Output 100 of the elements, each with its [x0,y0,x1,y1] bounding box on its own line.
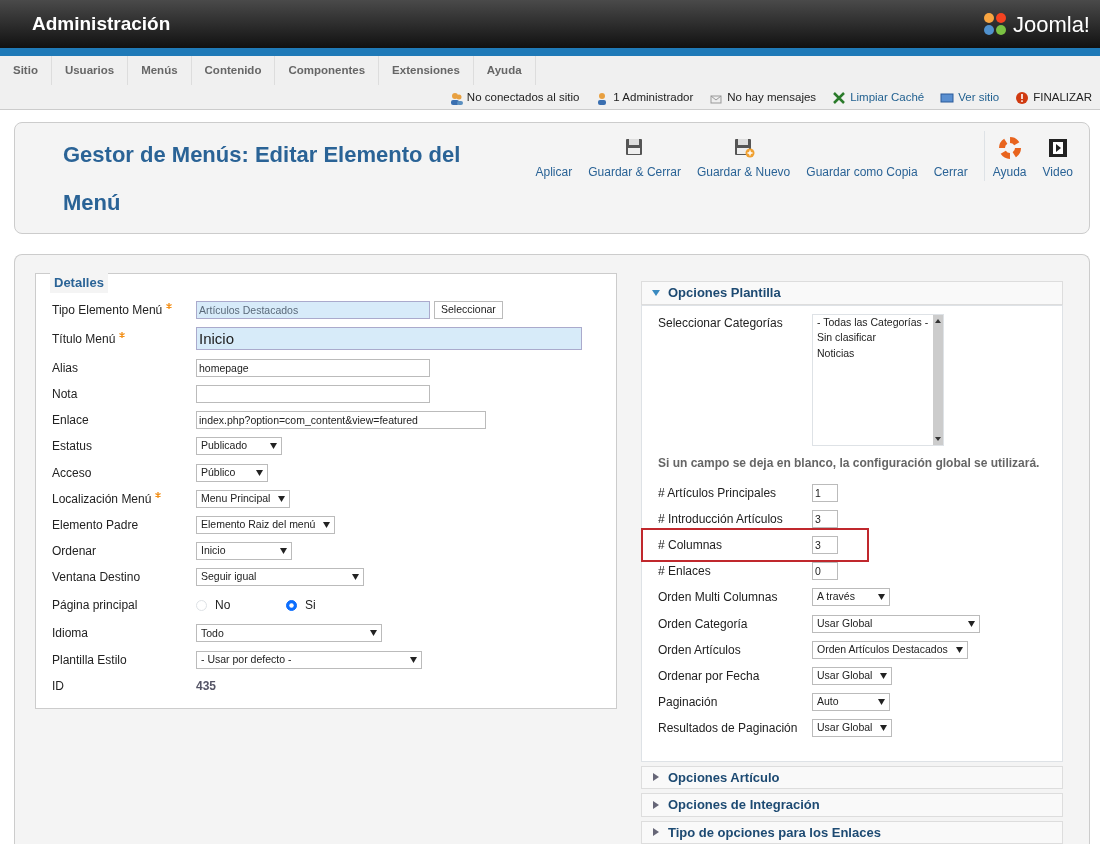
triangle-right-icon [652,800,660,809]
menu-item[interactable]: Menús [128,56,192,86]
caret-icon [270,443,277,450]
triangle-right-icon [652,828,660,837]
caret-icon [880,672,888,679]
menu-item[interactable]: Contenido [191,56,276,86]
scrollbar-icon [933,314,943,445]
panel-header[interactable]: Opciones Artículo [641,765,1063,789]
users-icon [448,90,463,105]
text-field[interactable]: Inicio [196,327,582,351]
triangle-down-icon [652,288,660,297]
page-title: Gestor de Menús: Editar Elemento del Menú [63,141,462,217]
caret-icon [878,594,885,601]
menu-item[interactable]: Extensiones [379,56,474,86]
select-field[interactable]: Orden Artículos Destacados [812,640,968,659]
select-field[interactable]: Usar Global [812,614,980,633]
logo-text: Joomla! [1012,10,1090,39]
status-link[interactable]: Ver sitio [958,89,1000,107]
text-field[interactable]: Artículos Destacados [196,300,430,319]
field-label: Estatus [52,438,93,456]
menu-item[interactable]: Componentes [275,56,380,86]
text-field[interactable] [196,384,430,403]
panel-header[interactable]: Tipo de opciones para los Enlaces [641,820,1063,844]
toolbar-button[interactable]: Guardar como Copia [798,131,926,181]
field-label: Resultados de Paginación [658,720,799,738]
category-listbox[interactable]: - Todas las Categorías - Sin clasificar Noticias [812,313,944,446]
select-field[interactable]: - Usar por defecto - [196,650,422,669]
toolbar-button[interactable]: Guardar & Cerrar [580,131,689,181]
field-label: Paginación [658,694,719,712]
field-label: # Artículos Principales [658,484,778,502]
field-label: ID [52,677,64,695]
panel-header[interactable]: Opciones de Integración [641,793,1063,817]
triangle-right-icon [652,773,660,782]
caret-icon [968,620,975,627]
toolbar-button[interactable]: Video [1034,131,1081,181]
field-label: Orden Categoría [658,615,749,633]
field-value: 435 [196,677,217,695]
select-field[interactable]: Elemento Raiz del menú [196,515,336,534]
film-play-icon [1046,137,1069,159]
field-label: Seleccionar Categorías [658,314,784,332]
help-note: Si un campo se deja en blanco, la configuración global se utilizará. [658,454,1041,472]
caret-icon [880,725,888,732]
select-field[interactable]: Seguir igual [196,568,364,587]
field-label: Orden Artículos [658,641,742,659]
caret-icon [370,630,377,637]
select-field[interactable]: Todo [196,624,382,643]
field-label: # Columnas [658,536,724,554]
select-field[interactable]: Usar Global [812,666,893,685]
toolbar-button[interactable]: Cerrar [925,131,976,181]
radio-button[interactable] [286,599,297,611]
list-option: Noticias [817,346,929,362]
select-field[interactable]: Inicio [196,542,292,561]
number-field[interactable]: 0 [812,562,838,581]
select-field[interactable]: Publicado [196,437,282,456]
caret-icon [955,646,963,653]
select-field[interactable]: Auto [812,693,890,712]
field-label: Página principal [52,597,138,615]
panel-header[interactable]: Opciones Plantilla [641,281,1063,305]
text-field[interactable]: index.php?option=com_content&view=featured [196,411,486,430]
field-label: Alias [52,359,78,377]
list-option: - Todas las Categorías - [817,314,929,331]
select-field[interactable]: Usar Global [812,719,893,738]
status-link[interactable]: Limpiar Caché [850,89,925,107]
menu-item[interactable]: Usuarios [51,56,129,86]
floppy-plus-icon [732,137,755,159]
admin-title: Administración [32,11,171,36]
menu-item[interactable]: Sitio [0,56,52,86]
number-field[interactable]: 1 [812,483,838,502]
lifebuoy-icon [998,137,1021,159]
number-field[interactable]: 3 [812,509,838,528]
number-field[interactable]: 3 [812,535,838,554]
status-text: No conectados al sitio [466,90,580,106]
radio-label: No [215,597,231,615]
toolbar-button[interactable]: Guardar & Nuevo [688,131,799,181]
field-label: Orden Multi Columnas [658,589,779,607]
fieldset-legend: Detalles [50,273,108,293]
monitor-icon [940,90,955,105]
caret-icon [878,699,885,706]
status-text: FINALIZAR [1033,90,1092,106]
field-label: Ventana Destino [52,569,141,587]
field-label: # Introducción Artículos [658,510,784,528]
select-field[interactable]: A través [812,588,890,607]
toolbar-button[interactable]: Aplicar [527,131,581,181]
field-label: Plantilla Estilo [52,651,127,669]
alert-icon [1015,90,1030,105]
select-button[interactable]: Seleccionar [434,300,503,319]
status-text: No hay mensajes [727,90,817,106]
field-label: Tipo Elemento Menú [52,301,163,319]
menu-item[interactable]: Ayuda [473,56,536,86]
status-text: 1 Administrador [613,90,694,106]
field-label: Ordenar por Fecha [658,667,761,685]
caret-icon [352,574,359,581]
text-field[interactable]: homepage [196,358,430,377]
caret-icon [280,548,287,555]
field-label: Acceso [52,464,92,482]
toolbar-button[interactable]: Ayuda [984,131,1035,181]
select-field[interactable]: Menu Principal [196,489,291,508]
list-option: Sin clasificar [817,330,929,346]
field-label: Localización Menú [52,490,152,508]
select-field[interactable]: Público [196,463,268,482]
